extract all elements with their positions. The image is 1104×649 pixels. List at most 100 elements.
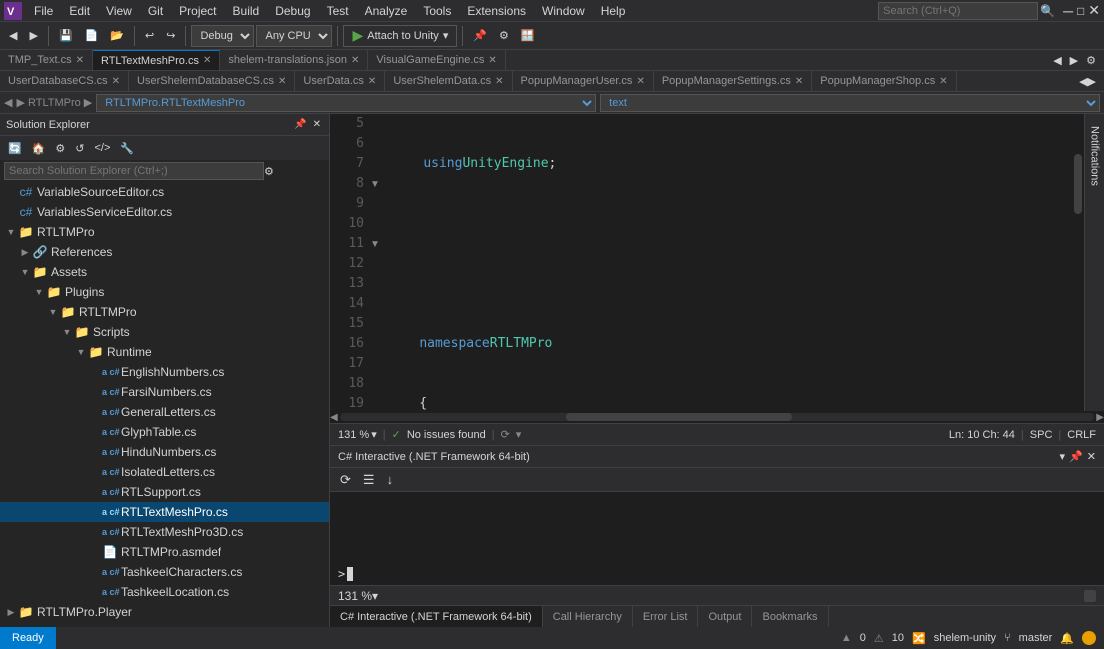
tree-item-english-numbers[interactable]: a c# EnglishNumbers.cs — [0, 362, 329, 382]
tab-close[interactable]: ✕ — [351, 55, 359, 66]
tab-popup-manager-user[interactable]: PopupManagerUser.cs ✕ — [513, 71, 654, 92]
reset-btn[interactable]: ⟳ — [336, 471, 355, 489]
tree-item-rtltmpro-player[interactable]: ▶ 📁 RTLTMPro.Player — [0, 602, 329, 622]
tree-item-rtl-textmeshpro3d[interactable]: a c# RTLTextMeshPro3D.cs — [0, 522, 329, 542]
tab-user-shelem-database[interactable]: UserShelemDatabaseCS.cs ✕ — [129, 71, 295, 92]
sync-dropdown[interactable]: ▾ — [516, 428, 522, 441]
tab-close[interactable]: ✕ — [488, 55, 496, 66]
bottom-panel-pin-btn[interactable]: 📌 — [1069, 450, 1083, 463]
tab-close[interactable]: ✕ — [495, 76, 503, 87]
se-close-btn[interactable]: ✕ — [311, 119, 323, 130]
tab-tmp-text[interactable]: TMP_Text.cs ✕ — [0, 50, 93, 71]
menu-analyze[interactable]: Analyze — [357, 2, 416, 20]
tree-item-isolated-letters[interactable]: a c# IsolatedLetters.cs — [0, 462, 329, 482]
menu-git[interactable]: Git — [140, 2, 171, 20]
tab-shelem-translations[interactable]: shelem-translations.json ✕ — [220, 50, 368, 71]
se-code-btn[interactable]: </> — [91, 139, 115, 157]
nav-member-dropdown[interactable]: text — [600, 94, 1100, 112]
save-btn[interactable]: 💾 — [54, 25, 78, 47]
close-btn[interactable]: ✕ — [1088, 2, 1100, 19]
tree-item-rtltmppro-folder[interactable]: ▼ 📁 RTLTMPro — [0, 302, 329, 322]
search-input[interactable] — [878, 2, 1038, 20]
tree-item-scripts[interactable]: ▼ 📁 Scripts — [0, 322, 329, 342]
se-filter-btn[interactable]: ⚙ — [51, 139, 69, 157]
tab-cs-interactive[interactable]: C# Interactive (.NET Framework 64-bit) — [330, 606, 543, 628]
menu-edit[interactable]: Edit — [61, 2, 98, 20]
tab-scroll-right[interactable]: ▶ — [1066, 51, 1082, 69]
maximize-btn[interactable]: □ — [1077, 4, 1084, 18]
code-editor[interactable]: 5 6 7 8 9 10 11 12 13 14 15 16 17 18 19 — [330, 114, 1104, 411]
tree-item-rtl-textmeshpro[interactable]: a c# RTLTextMeshPro.cs — [0, 502, 329, 522]
new-file-btn[interactable]: 📄 — [80, 25, 104, 47]
menu-view[interactable]: View — [98, 2, 140, 20]
tab-call-hierarchy[interactable]: Call Hierarchy — [543, 606, 633, 628]
menu-extensions[interactable]: Extensions — [459, 2, 534, 20]
menu-project[interactable]: Project — [171, 2, 224, 20]
tab-user-shelem-data[interactable]: UserShelemData.cs ✕ — [385, 71, 512, 92]
redo-btn[interactable]: ↪ — [161, 25, 180, 47]
tab-close[interactable]: ✕ — [112, 76, 120, 87]
tab-user-data[interactable]: UserData.cs ✕ — [295, 71, 385, 92]
tree-item-general-letters[interactable]: a c# GeneralLetters.cs — [0, 402, 329, 422]
menu-help[interactable]: Help — [593, 2, 634, 20]
tree-item-hindu-numbers[interactable]: a c# HinduNumbers.cs — [0, 442, 329, 462]
minimize-btn[interactable]: ─ — [1063, 3, 1073, 19]
menu-debug[interactable]: Debug — [267, 2, 318, 20]
tree-item-rtltmppro-root[interactable]: ▼ 📁 RTLTMPro — [0, 222, 329, 242]
zoom-control[interactable]: 131 % ▾ — [338, 428, 377, 441]
tab-rtl-textmeshpro[interactable]: RTLTextMeshPro.cs ✕ — [93, 50, 220, 71]
se-refresh-btn[interactable]: ↺ — [71, 139, 88, 157]
h-scroll-right-btn[interactable]: ▶ — [1096, 412, 1104, 423]
menu-test[interactable]: Test — [319, 2, 357, 20]
settings-btn[interactable]: ⚙ — [494, 25, 514, 47]
tree-item-rtltmpro-asmdef[interactable]: 📄 RTLTMPro.asmdef — [0, 542, 329, 562]
tree-item-plugins[interactable]: ▼ 📁 Plugins — [0, 282, 329, 302]
se-sync-btn[interactable]: 🔄 — [4, 139, 26, 157]
debug-config-dropdown[interactable]: Debug — [191, 25, 254, 47]
notification-bell-icon[interactable]: 🔔 — [1060, 632, 1074, 645]
pin-btn[interactable]: 📌 — [468, 25, 492, 47]
h-scroll-left-btn[interactable]: ◀ — [330, 412, 338, 423]
notifications-label[interactable]: Notifications — [1087, 118, 1103, 194]
bottom-v-scroll[interactable] — [1084, 590, 1096, 602]
se-search-btn[interactable]: ⚙ — [264, 165, 274, 178]
h-scrollbar[interactable]: ◀ ▶ — [330, 411, 1104, 423]
h-scroll-thumb[interactable] — [566, 413, 792, 421]
history-btn[interactable]: ☰ — [359, 471, 379, 489]
forward-btn[interactable]: ▶ — [24, 25, 42, 47]
tab-output[interactable]: Output — [698, 606, 752, 628]
menu-tools[interactable]: Tools — [415, 2, 459, 20]
cpu-dropdown[interactable]: Any CPU — [256, 25, 332, 47]
menu-build[interactable]: Build — [225, 2, 268, 20]
tree-item-variable-source[interactable]: c# VariableSourceEditor.cs — [0, 182, 329, 202]
se-search-input[interactable] — [4, 162, 264, 180]
tree-item-runtime[interactable]: ▼ 📁 Runtime — [0, 342, 329, 362]
tab-close[interactable]: ✕ — [939, 76, 947, 87]
tree-item-farsi-numbers[interactable]: a c# FarsiNumbers.cs — [0, 382, 329, 402]
v-scroll-thumb[interactable] — [1074, 154, 1082, 214]
layout-btn[interactable]: 🪟 — [516, 25, 540, 47]
tab-close[interactable]: ✕ — [368, 76, 376, 87]
zoom-dropdown-icon[interactable]: ▾ — [371, 428, 377, 441]
tab-close[interactable]: ✕ — [795, 76, 803, 87]
tab-close[interactable]: ✕ — [278, 76, 286, 87]
tab-visual-game-engine[interactable]: VisualGameEngine.cs ✕ — [368, 50, 505, 71]
bottom-panel-dropdown-btn[interactable]: ▾ — [1060, 450, 1066, 463]
undo-btn[interactable]: ↩ — [140, 25, 159, 47]
menu-file[interactable]: File — [26, 2, 61, 20]
tree-item-rtl-support[interactable]: a c# RTLSupport.cs — [0, 482, 329, 502]
tab-error-list[interactable]: Error List — [633, 606, 699, 628]
tree-item-glyph-table[interactable]: a c# GlyphTable.cs — [0, 422, 329, 442]
tab-user-database[interactable]: UserDatabaseCS.cs ✕ — [0, 71, 129, 92]
tree-item-tashkeel-chars[interactable]: a c# TashkeelCharacters.cs — [0, 562, 329, 582]
bottom-panel-close-btn[interactable]: ✕ — [1087, 450, 1096, 463]
tree-item-references1[interactable]: ▶ 🔗 References — [0, 242, 329, 262]
tree-item-variables-service[interactable]: c# VariablesServiceEditor.cs — [0, 202, 329, 222]
tab-scroll-left[interactable]: ◀ — [1049, 51, 1065, 69]
tab2-scroll-btn[interactable]: ◀▶ — [1075, 72, 1100, 90]
se-pin-btn[interactable]: 📌 — [292, 119, 308, 130]
tree-item-assets[interactable]: ▼ 📁 Assets — [0, 262, 329, 282]
bottom-zoom-dropdown[interactable]: ▾ — [372, 589, 378, 603]
tab-popup-manager-shop[interactable]: PopupManagerShop.cs ✕ — [812, 71, 956, 92]
tab-settings-btn[interactable]: ⚙ — [1082, 51, 1100, 69]
